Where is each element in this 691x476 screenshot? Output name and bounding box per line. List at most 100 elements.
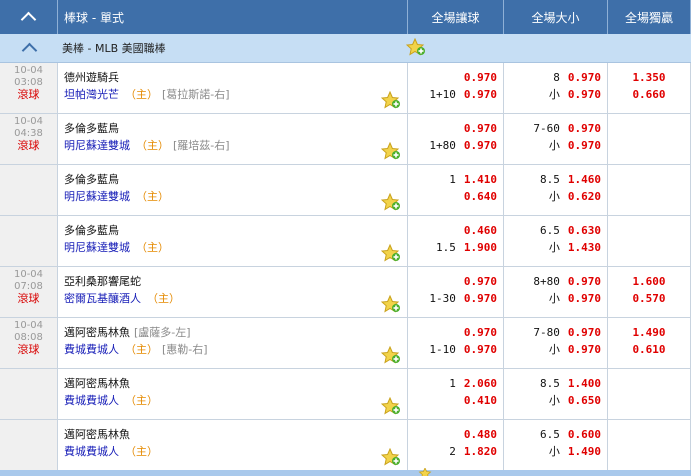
overunder-line[interactable]: 小 0.970	[504, 290, 607, 307]
handicap-line[interactable]: 1-10 0.970	[408, 341, 503, 358]
overunder-line[interactable]: 6.5 0.630	[504, 222, 607, 239]
league-collapse-button[interactable]	[0, 34, 58, 62]
handicap-odds[interactable]: 0.970	[464, 324, 497, 341]
overunder-odds[interactable]: 1.430	[568, 239, 601, 256]
overunder-odds[interactable]: 0.600	[568, 426, 601, 443]
overunder-odds[interactable]: 0.970	[568, 120, 601, 137]
handicap-odds[interactable]: 0.970	[464, 137, 497, 154]
handicap-line[interactable]: 1+10 0.970	[408, 86, 503, 103]
moneyline-odds[interactable]: 0.610	[632, 341, 665, 358]
handicap-line[interactable]: 0.480	[408, 426, 503, 443]
overunder-line[interactable]: 8+80 0.970	[504, 273, 607, 290]
overunder-odds[interactable]: 0.630	[568, 222, 601, 239]
league-row[interactable]: 美棒 - MLB 美國職棒	[0, 34, 691, 63]
teams-cell: 邁阿密馬林魚 費城費城人 （主）	[58, 369, 408, 419]
star-add-icon[interactable]	[380, 447, 401, 466]
handicap-line[interactable]: 0.970	[408, 120, 503, 137]
collapse-all-button[interactable]	[0, 0, 58, 34]
handicap-line[interactable]: 1+80 0.970	[408, 137, 503, 154]
handicap-odds[interactable]: 2.060	[464, 375, 497, 392]
overunder-odds[interactable]: 0.970	[568, 137, 601, 154]
moneyline-odds[interactable]: 1.490	[632, 324, 665, 341]
handicap-line[interactable]: 0.970	[408, 69, 503, 86]
moneyline-cell: 1.350 0.660	[608, 63, 691, 113]
star-add-icon[interactable]	[418, 468, 432, 476]
handicap-line[interactable]: 1.5 1.900	[408, 239, 503, 256]
star-add-icon[interactable]	[380, 345, 401, 364]
overunder-odds[interactable]: 0.620	[568, 188, 601, 205]
overunder-value: 8.5	[540, 377, 560, 390]
overunder-odds[interactable]: 0.970	[568, 324, 601, 341]
teams-cell: 多倫多藍鳥 明尼蘇達雙城 （主） [羅培茲-右]	[58, 114, 408, 164]
team-home: 密爾瓦基釀酒人	[64, 292, 141, 305]
star-add-icon[interactable]	[380, 294, 401, 313]
overunder-line[interactable]: 小 0.970	[504, 86, 607, 103]
star-add-icon[interactable]	[380, 396, 401, 415]
star-add-icon[interactable]	[380, 243, 401, 262]
overunder-value: 8	[553, 71, 560, 84]
handicap-odds[interactable]: 0.640	[464, 188, 497, 205]
handicap-odds[interactable]: 0.970	[464, 86, 497, 103]
star-add-icon[interactable]	[380, 90, 401, 109]
handicap-odds[interactable]: 0.970	[464, 290, 497, 307]
overunder-line[interactable]: 小 1.430	[504, 239, 607, 256]
handicap-odds[interactable]: 0.970	[464, 120, 497, 137]
overunder-line[interactable]: 8.5 1.460	[504, 171, 607, 188]
team-away: 多倫多藍鳥	[64, 173, 119, 186]
moneyline-odds[interactable]: 1.600	[632, 273, 665, 290]
overunder-line[interactable]: 6.5 0.600	[504, 426, 607, 443]
teams-cell: 多倫多藍鳥 明尼蘇達雙城 （主）	[58, 216, 408, 266]
handicap-line[interactable]: 0.970	[408, 273, 503, 290]
moneyline-odds[interactable]: 0.570	[632, 290, 665, 307]
overunder-odds[interactable]: 0.650	[568, 392, 601, 409]
overunder-odds[interactable]: 0.970	[568, 86, 601, 103]
handicap-cell: 0.970 1-10 0.970	[408, 318, 504, 368]
overunder-odds[interactable]: 0.970	[568, 341, 601, 358]
handicap-odds[interactable]: 0.460	[464, 222, 497, 239]
overunder-odds[interactable]: 0.970	[568, 69, 601, 86]
overunder-line[interactable]: 小 0.650	[504, 392, 607, 409]
handicap-odds[interactable]: 0.970	[464, 69, 497, 86]
overunder-line[interactable]: 小 0.970	[504, 137, 607, 154]
handicap-line[interactable]: 0.970	[408, 324, 503, 341]
overunder-line[interactable]: 小 0.970	[504, 341, 607, 358]
handicap-odds[interactable]: 1.900	[464, 239, 497, 256]
handicap-line[interactable]: 0.460	[408, 222, 503, 239]
overunder-odds[interactable]: 0.970	[568, 273, 601, 290]
overunder-line[interactable]: 小 1.490	[504, 443, 607, 460]
overunder-line[interactable]: 8.5 1.400	[504, 375, 607, 392]
overunder-odds[interactable]: 0.970	[568, 290, 601, 307]
overunder-cell: 7-80 0.970 小 0.970	[504, 318, 608, 368]
handicap-odds[interactable]: 0.410	[464, 392, 497, 409]
handicap-odds[interactable]: 0.970	[464, 273, 497, 290]
handicap-odds[interactable]: 1.410	[464, 171, 497, 188]
star-add-icon[interactable]	[406, 38, 426, 56]
league-row-next[interactable]	[0, 468, 691, 476]
match-time-cell	[0, 420, 58, 470]
handicap-odds[interactable]: 1.820	[464, 443, 497, 460]
moneyline-odds[interactable]: 1.350	[632, 69, 665, 86]
overunder-odds[interactable]: 1.400	[568, 375, 601, 392]
overunder-line[interactable]: 8 0.970	[504, 69, 607, 86]
handicap-line[interactable]: 1 1.410	[408, 171, 503, 188]
star-add-icon[interactable]	[380, 141, 401, 160]
overunder-line[interactable]: 7-60 0.970	[504, 120, 607, 137]
overunder-line[interactable]: 小 0.620	[504, 188, 607, 205]
handicap-line[interactable]: 0.410	[408, 392, 503, 409]
match-row: 多倫多藍鳥 明尼蘇達雙城 （主） 1 1.410 0.640 8.5 1.460 小 0.620	[0, 165, 691, 216]
moneyline-odds[interactable]: 0.660	[632, 86, 665, 103]
handicap-odds[interactable]: 0.970	[464, 341, 497, 358]
handicap-odds[interactable]: 0.480	[464, 426, 497, 443]
overunder-odds[interactable]: 1.460	[568, 171, 601, 188]
overunder-odds[interactable]: 1.490	[568, 443, 601, 460]
star-add-icon[interactable]	[380, 192, 401, 211]
team-away: 德州遊騎兵	[64, 71, 119, 84]
match-time-cell	[0, 165, 58, 215]
handicap-cell: 0.970 1+80 0.970	[408, 114, 504, 164]
handicap-line[interactable]: 2 1.820	[408, 443, 503, 460]
handicap-line[interactable]: 1 2.060	[408, 375, 503, 392]
handicap-line[interactable]: 1-30 0.970	[408, 290, 503, 307]
handicap-line[interactable]: 0.640	[408, 188, 503, 205]
overunder-line[interactable]: 7-80 0.970	[504, 324, 607, 341]
home-marker: （主）	[136, 139, 169, 152]
